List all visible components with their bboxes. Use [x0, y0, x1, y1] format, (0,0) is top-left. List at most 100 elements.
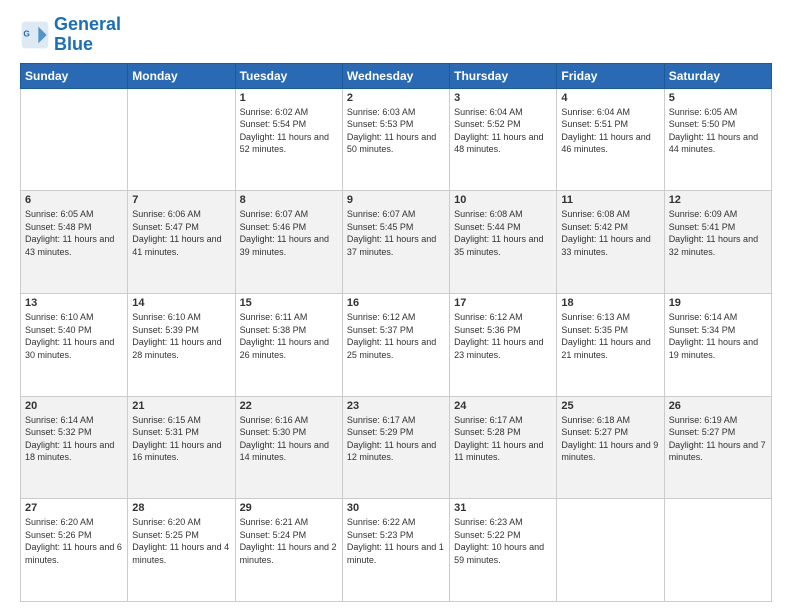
- day-number: 24: [454, 400, 552, 412]
- day-number: 1: [240, 92, 338, 104]
- day-cell: 19Sunrise: 6:14 AM Sunset: 5:34 PM Dayli…: [664, 293, 771, 396]
- day-cell: 9 Sunrise: 6:07 AM Sunset: 5:45 PM Daylig…: [342, 191, 449, 294]
- day-cell: 6 Sunrise: 6:05 AM Sunset: 5:48 PM Daylig…: [21, 191, 128, 294]
- day-info: Sunrise: 6:16 AM Sunset: 5:30 PM Dayligh…: [240, 414, 338, 464]
- day-cell: 26Sunrise: 6:19 AM Sunset: 5:27 PM Dayli…: [664, 396, 771, 499]
- day-cell: [664, 499, 771, 602]
- day-number: 6: [25, 194, 123, 206]
- header: G General Blue: [20, 15, 772, 55]
- day-info: Sunrise: 6:13 AM Sunset: 5:35 PM Dayligh…: [561, 311, 659, 361]
- weekday-header-thursday: Thursday: [450, 63, 557, 88]
- day-info: Sunrise: 6:05 AM Sunset: 5:48 PM Dayligh…: [25, 208, 123, 258]
- day-cell: 8 Sunrise: 6:07 AM Sunset: 5:46 PM Daylig…: [235, 191, 342, 294]
- day-cell: 13Sunrise: 6:10 AM Sunset: 5:40 PM Dayli…: [21, 293, 128, 396]
- week-row-1: 1 Sunrise: 6:02 AM Sunset: 5:54 PM Daylig…: [21, 88, 772, 191]
- page: G General Blue SundayMondayTuesdayWednes…: [0, 0, 792, 612]
- day-number: 2: [347, 92, 445, 104]
- day-info: Sunrise: 6:09 AM Sunset: 5:41 PM Dayligh…: [669, 208, 767, 258]
- day-cell: [21, 88, 128, 191]
- day-cell: 18 Sunrise: 6:13 AM Sunset: 5:35 PM Dayli…: [557, 293, 664, 396]
- day-number: 18: [561, 297, 659, 309]
- day-number: 9: [347, 194, 445, 206]
- day-info: Sunrise: 6:17 AM Sunset: 5:29 PM Dayligh…: [347, 414, 445, 464]
- day-cell: 22 Sunrise: 6:16 AM Sunset: 5:30 PM Dayli…: [235, 396, 342, 499]
- day-cell: 3 Sunrise: 6:04 AM Sunset: 5:52 PM Daylig…: [450, 88, 557, 191]
- day-cell: 27 Sunrise: 6:20 AM Sunset: 5:26 PM Dayli…: [21, 499, 128, 602]
- day-number: 30: [347, 502, 445, 514]
- week-row-5: 27 Sunrise: 6:20 AM Sunset: 5:26 PM Dayli…: [21, 499, 772, 602]
- day-info: Sunrise: 6:07 AM Sunset: 5:46 PM Dayligh…: [240, 208, 338, 258]
- weekday-header-sunday: Sunday: [21, 63, 128, 88]
- day-info: Sunrise: 6:04 AM Sunset: 5:52 PM Dayligh…: [454, 106, 552, 156]
- day-info: Sunrise: 6:08 AM Sunset: 5:44 PM Dayligh…: [454, 208, 552, 258]
- day-info: Sunrise: 6:19 AM Sunset: 5:27 PM Dayligh…: [669, 414, 767, 464]
- day-cell: 28 Sunrise: 6:20 AM Sunset: 5:25 PM Dayli…: [128, 499, 235, 602]
- logo: G General Blue: [20, 15, 121, 55]
- day-info: Sunrise: 6:22 AM Sunset: 5:23 PM Dayligh…: [347, 516, 445, 566]
- day-number: 12: [669, 194, 767, 206]
- day-number: 22: [240, 400, 338, 412]
- day-cell: 2 Sunrise: 6:03 AM Sunset: 5:53 PM Daylig…: [342, 88, 449, 191]
- day-cell: 14 Sunrise: 6:10 AM Sunset: 5:39 PM Dayli…: [128, 293, 235, 396]
- day-info: Sunrise: 6:20 AM Sunset: 5:26 PM Dayligh…: [25, 516, 123, 566]
- day-number: 3: [454, 92, 552, 104]
- day-cell: 21Sunrise: 6:15 AM Sunset: 5:31 PM Dayli…: [128, 396, 235, 499]
- day-info: Sunrise: 6:20 AM Sunset: 5:25 PM Dayligh…: [132, 516, 230, 566]
- day-number: 27: [25, 502, 123, 514]
- day-number: 4: [561, 92, 659, 104]
- day-number: 7: [132, 194, 230, 206]
- day-cell: 10 Sunrise: 6:08 AM Sunset: 5:44 PM Dayli…: [450, 191, 557, 294]
- day-cell: 25 Sunrise: 6:18 AM Sunset: 5:27 PM Dayli…: [557, 396, 664, 499]
- day-info: Sunrise: 6:18 AM Sunset: 5:27 PM Dayligh…: [561, 414, 659, 464]
- day-number: 23: [347, 400, 445, 412]
- logo-text: General Blue: [54, 15, 121, 55]
- day-cell: 5Sunrise: 6:05 AM Sunset: 5:50 PM Daylig…: [664, 88, 771, 191]
- svg-text:G: G: [23, 28, 29, 38]
- day-number: 29: [240, 502, 338, 514]
- day-info: Sunrise: 6:03 AM Sunset: 5:53 PM Dayligh…: [347, 106, 445, 156]
- day-number: 15: [240, 297, 338, 309]
- day-number: 10: [454, 194, 552, 206]
- day-cell: [557, 499, 664, 602]
- day-number: 25: [561, 400, 659, 412]
- day-cell: 24Sunrise: 6:17 AM Sunset: 5:28 PM Dayli…: [450, 396, 557, 499]
- day-number: 14: [132, 297, 230, 309]
- day-number: 21: [132, 400, 230, 412]
- day-cell: 1 Sunrise: 6:02 AM Sunset: 5:54 PM Daylig…: [235, 88, 342, 191]
- week-row-2: 6 Sunrise: 6:05 AM Sunset: 5:48 PM Daylig…: [21, 191, 772, 294]
- day-cell: 15Sunrise: 6:11 AM Sunset: 5:38 PM Dayli…: [235, 293, 342, 396]
- day-info: Sunrise: 6:06 AM Sunset: 5:47 PM Dayligh…: [132, 208, 230, 258]
- logo-blue: Blue: [54, 34, 93, 54]
- logo-general: General: [54, 14, 121, 34]
- day-info: Sunrise: 6:10 AM Sunset: 5:39 PM Dayligh…: [132, 311, 230, 361]
- weekday-header-row: SundayMondayTuesdayWednesdayThursdayFrid…: [21, 63, 772, 88]
- week-row-3: 13Sunrise: 6:10 AM Sunset: 5:40 PM Dayli…: [21, 293, 772, 396]
- weekday-header-tuesday: Tuesday: [235, 63, 342, 88]
- day-info: Sunrise: 6:12 AM Sunset: 5:37 PM Dayligh…: [347, 311, 445, 361]
- day-info: Sunrise: 6:08 AM Sunset: 5:42 PM Dayligh…: [561, 208, 659, 258]
- day-cell: 12 Sunrise: 6:09 AM Sunset: 5:41 PM Dayli…: [664, 191, 771, 294]
- day-cell: 30 Sunrise: 6:22 AM Sunset: 5:23 PM Dayli…: [342, 499, 449, 602]
- day-cell: 29 Sunrise: 6:21 AM Sunset: 5:24 PM Dayli…: [235, 499, 342, 602]
- day-info: Sunrise: 6:07 AM Sunset: 5:45 PM Dayligh…: [347, 208, 445, 258]
- day-number: 13: [25, 297, 123, 309]
- day-number: 16: [347, 297, 445, 309]
- day-cell: [128, 88, 235, 191]
- day-info: Sunrise: 6:05 AM Sunset: 5:50 PM Dayligh…: [669, 106, 767, 156]
- day-number: 28: [132, 502, 230, 514]
- day-cell: 11Sunrise: 6:08 AM Sunset: 5:42 PM Dayli…: [557, 191, 664, 294]
- day-number: 19: [669, 297, 767, 309]
- logo-icon: G: [20, 20, 50, 50]
- weekday-header-saturday: Saturday: [664, 63, 771, 88]
- week-row-4: 20Sunrise: 6:14 AM Sunset: 5:32 PM Dayli…: [21, 396, 772, 499]
- day-number: 8: [240, 194, 338, 206]
- day-number: 31: [454, 502, 552, 514]
- day-info: Sunrise: 6:21 AM Sunset: 5:24 PM Dayligh…: [240, 516, 338, 566]
- day-number: 17: [454, 297, 552, 309]
- day-cell: 20Sunrise: 6:14 AM Sunset: 5:32 PM Dayli…: [21, 396, 128, 499]
- day-cell: 4Sunrise: 6:04 AM Sunset: 5:51 PM Daylig…: [557, 88, 664, 191]
- day-info: Sunrise: 6:14 AM Sunset: 5:32 PM Dayligh…: [25, 414, 123, 464]
- day-cell: 17Sunrise: 6:12 AM Sunset: 5:36 PM Dayli…: [450, 293, 557, 396]
- day-info: Sunrise: 6:02 AM Sunset: 5:54 PM Dayligh…: [240, 106, 338, 156]
- day-info: Sunrise: 6:23 AM Sunset: 5:22 PM Dayligh…: [454, 516, 552, 566]
